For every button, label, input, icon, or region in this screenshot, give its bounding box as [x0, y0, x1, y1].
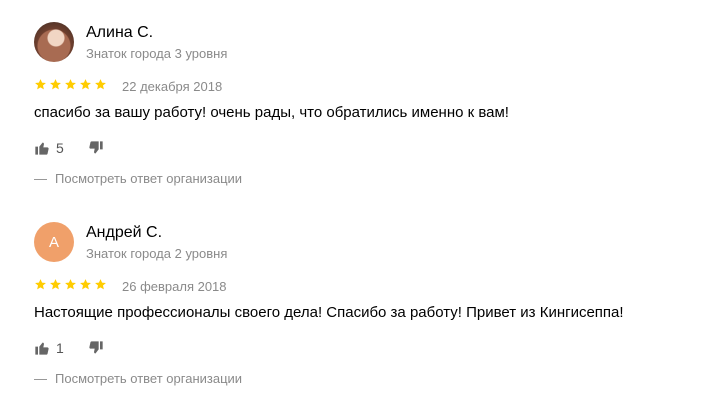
- view-org-answer-link[interactable]: — Посмотреть ответ организации: [34, 371, 242, 386]
- review-reactions: 5: [34, 140, 104, 156]
- star-icon: [65, 279, 76, 290]
- author-level: Знаток города 2 уровня: [86, 246, 228, 261]
- review-reactions: 1: [34, 340, 104, 356]
- rating-stars: [34, 78, 107, 91]
- star-icon: [50, 279, 61, 290]
- thumbs-down-icon[interactable]: [88, 340, 104, 356]
- star-icon: [80, 79, 91, 90]
- dash: —: [34, 171, 47, 186]
- rating-stars: [34, 278, 107, 291]
- thumbs-up-icon[interactable]: [34, 340, 50, 356]
- star-icon: [35, 79, 46, 90]
- star-icon: [80, 279, 91, 290]
- review-text: Настоящие профессионалы своего дела! Спа…: [34, 304, 624, 321]
- author-avatar[interactable]: А: [34, 222, 74, 262]
- review-date: 22 декабря 2018: [122, 79, 223, 94]
- star-icon: [65, 79, 76, 90]
- thumbs-up-icon[interactable]: [34, 140, 50, 156]
- author-avatar[interactable]: [34, 22, 74, 62]
- view-org-answer-label[interactable]: Посмотреть ответ организации: [55, 371, 242, 386]
- author-name[interactable]: Алина С.: [86, 24, 153, 42]
- star-icon: [95, 279, 106, 290]
- thumbs-down-icon[interactable]: [88, 140, 104, 156]
- view-org-answer-link[interactable]: — Посмотреть ответ организации: [34, 171, 242, 186]
- author-level: Знаток города 3 уровня: [86, 46, 228, 61]
- dash: —: [34, 371, 47, 386]
- like-count: 1: [56, 340, 64, 356]
- review-date: 26 февраля 2018: [122, 279, 227, 294]
- view-org-answer-label[interactable]: Посмотреть ответ организации: [55, 171, 242, 186]
- like-count: 5: [56, 140, 64, 156]
- avatar-letter: А: [48, 233, 59, 251]
- review-text: спасибо за вашу работу! очень рады, что …: [34, 104, 509, 121]
- star-icon: [95, 79, 106, 90]
- star-icon: [35, 279, 46, 290]
- author-name[interactable]: Андрей С.: [86, 224, 162, 242]
- star-icon: [50, 79, 61, 90]
